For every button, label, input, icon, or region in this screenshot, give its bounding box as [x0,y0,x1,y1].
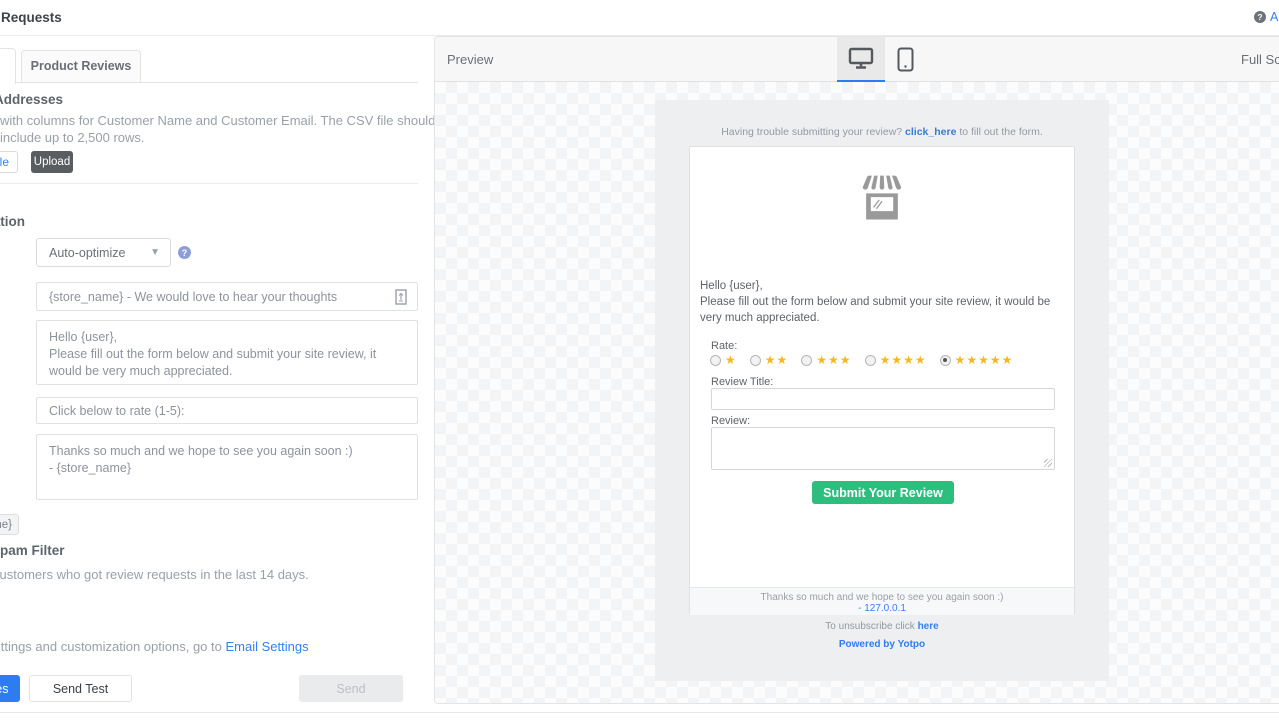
trouble-line: Having trouble submitting your review? c… [655,126,1109,138]
email-greeting: Hello {user}, Please fill out the form b… [700,278,1056,326]
click-here-link[interactable]: click_here [905,126,956,138]
rating-option-3-star[interactable]: ★★★ [801,354,851,366]
preview-body: Having trouble submitting your review? c… [435,82,1279,703]
dropdown-value: Auto-optimize [49,246,125,260]
preview-header: Preview Full Screen [435,37,1279,82]
review-title-input[interactable] [711,388,1055,410]
radio-3-star[interactable] [801,355,812,366]
rating-options: ★★★★★★★★★★★★★★★ [710,354,1013,366]
unsubscribe-line: To unsubscribe click here [655,621,1109,632]
trouble-suffix: to fill out the form. [956,126,1042,138]
send-test-button[interactable]: Send Test [29,675,132,702]
about-label: About [1270,10,1279,24]
full-screen-button[interactable]: Full Screen [1241,37,1279,82]
rating-option-1-star[interactable]: ★ [710,354,737,366]
submit-review-button[interactable]: Submit Your Review [812,481,954,504]
sample-button[interactable]: Sample [0,151,18,173]
topbar: Requests ? About [0,0,1279,36]
storefront-icon [854,169,910,227]
radio-4-star[interactable] [865,355,876,366]
mobile-preview-toggle[interactable] [885,37,925,82]
insert-variable-icon[interactable] [395,289,407,305]
radio-2-star[interactable] [750,355,761,366]
save-button[interactable]: Save Changes [0,675,20,702]
email-footer: Thanks so much and we hope to see you ag… [690,587,1074,615]
monitor-icon [848,47,874,70]
tab-product-reviews[interactable]: Product Reviews [21,50,141,82]
spam-filter-heading: Spam Filter [0,543,65,558]
rating-option-2-star[interactable]: ★★ [750,354,789,366]
rate-prompt-text: Click below to rate (1-5): [49,404,184,418]
subject-input[interactable]: {store_name} - We would love to hear you… [36,282,418,311]
resize-handle[interactable] [1044,459,1052,467]
email-card: Hello {user}, Please fill out the form b… [689,146,1075,614]
upload-button[interactable]: Upload [31,151,73,173]
left-panel: Product Reviews Addresses with columns f… [0,37,434,712]
email-version-dropdown[interactable]: Auto-optimize ▼ [36,238,171,267]
page-title: Requests [1,10,62,25]
email-settings-link[interactable]: Email Settings [225,639,308,654]
review-title-label: Review Title: [711,376,773,388]
subject-text: {store_name} - We would love to hear you… [49,290,337,304]
rating-option-4-star[interactable]: ★★★★ [865,354,927,366]
question-circle-icon: ? [1254,11,1266,23]
section-divider [0,183,418,184]
footer-thanks: Thanks so much and we hope to see you ag… [690,592,1074,603]
unsubscribe-link[interactable]: here [918,621,939,632]
send-button[interactable]: Send [299,675,403,702]
stars-2: ★★ [765,354,789,366]
addresses-desc-line2: include up to 2,500 rows. [0,130,145,145]
preview-title: Preview [447,37,493,82]
rate-label: Rate: [711,340,737,352]
email-settings-note: settings and customization options, go t… [0,639,309,654]
radio-5-star[interactable] [940,355,951,366]
spam-filter-desc: customers who got review requests in the… [0,567,309,582]
about-link[interactable]: ? About [1254,10,1279,24]
tablet-icon [897,47,914,72]
addresses-desc-line1: with columns for Customer Name and Custo… [0,113,508,128]
trouble-prefix: Having trouble submitting your review? [721,126,905,138]
footer-store-link[interactable]: - 127.0.0.1 [858,603,906,614]
help-icon[interactable]: ? [178,246,191,259]
email-preview-container: Having trouble submitting your review? c… [655,100,1109,681]
tab-active-sliver[interactable] [0,48,16,84]
customization-heading: Customization [0,214,25,229]
store-name-tag-chip[interactable]: {store_name} [0,514,19,535]
addresses-heading: Addresses [0,92,63,107]
email-body-textarea[interactable]: Hello {user}, Please fill out the form b… [36,320,418,385]
stars-3: ★★★ [816,354,851,366]
settings-note-text: settings and customization options, go t… [0,639,225,654]
tab-row-divider [16,82,418,83]
stars-5: ★★★★★ [955,354,1014,366]
review-requests-page: Requests ? About Product Reviews Address… [0,0,1279,720]
stars-1: ★ [725,354,737,366]
review-label: Review: [711,415,750,427]
closing-textarea[interactable]: Thanks so much and we hope to see you ag… [36,434,418,500]
bottom-divider [0,712,1279,713]
stars-4: ★★★★ [880,354,927,366]
radio-1-star[interactable] [710,355,721,366]
review-textarea[interactable] [711,427,1055,470]
unsubscribe-prefix: To unsubscribe click [825,621,917,632]
powered-by-yotpo-link[interactable]: Powered by Yotpo [655,639,1109,650]
desktop-preview-toggle[interactable] [837,37,885,82]
rate-prompt-input[interactable]: Click below to rate (1-5): [36,397,418,424]
store-icon-wrap [690,169,1074,232]
preview-panel: Preview Full Screen Having trouble submi… [434,36,1279,704]
rating-option-5-star[interactable]: ★★★★★ [940,354,1014,366]
chevron-down-icon: ▼ [150,247,160,258]
